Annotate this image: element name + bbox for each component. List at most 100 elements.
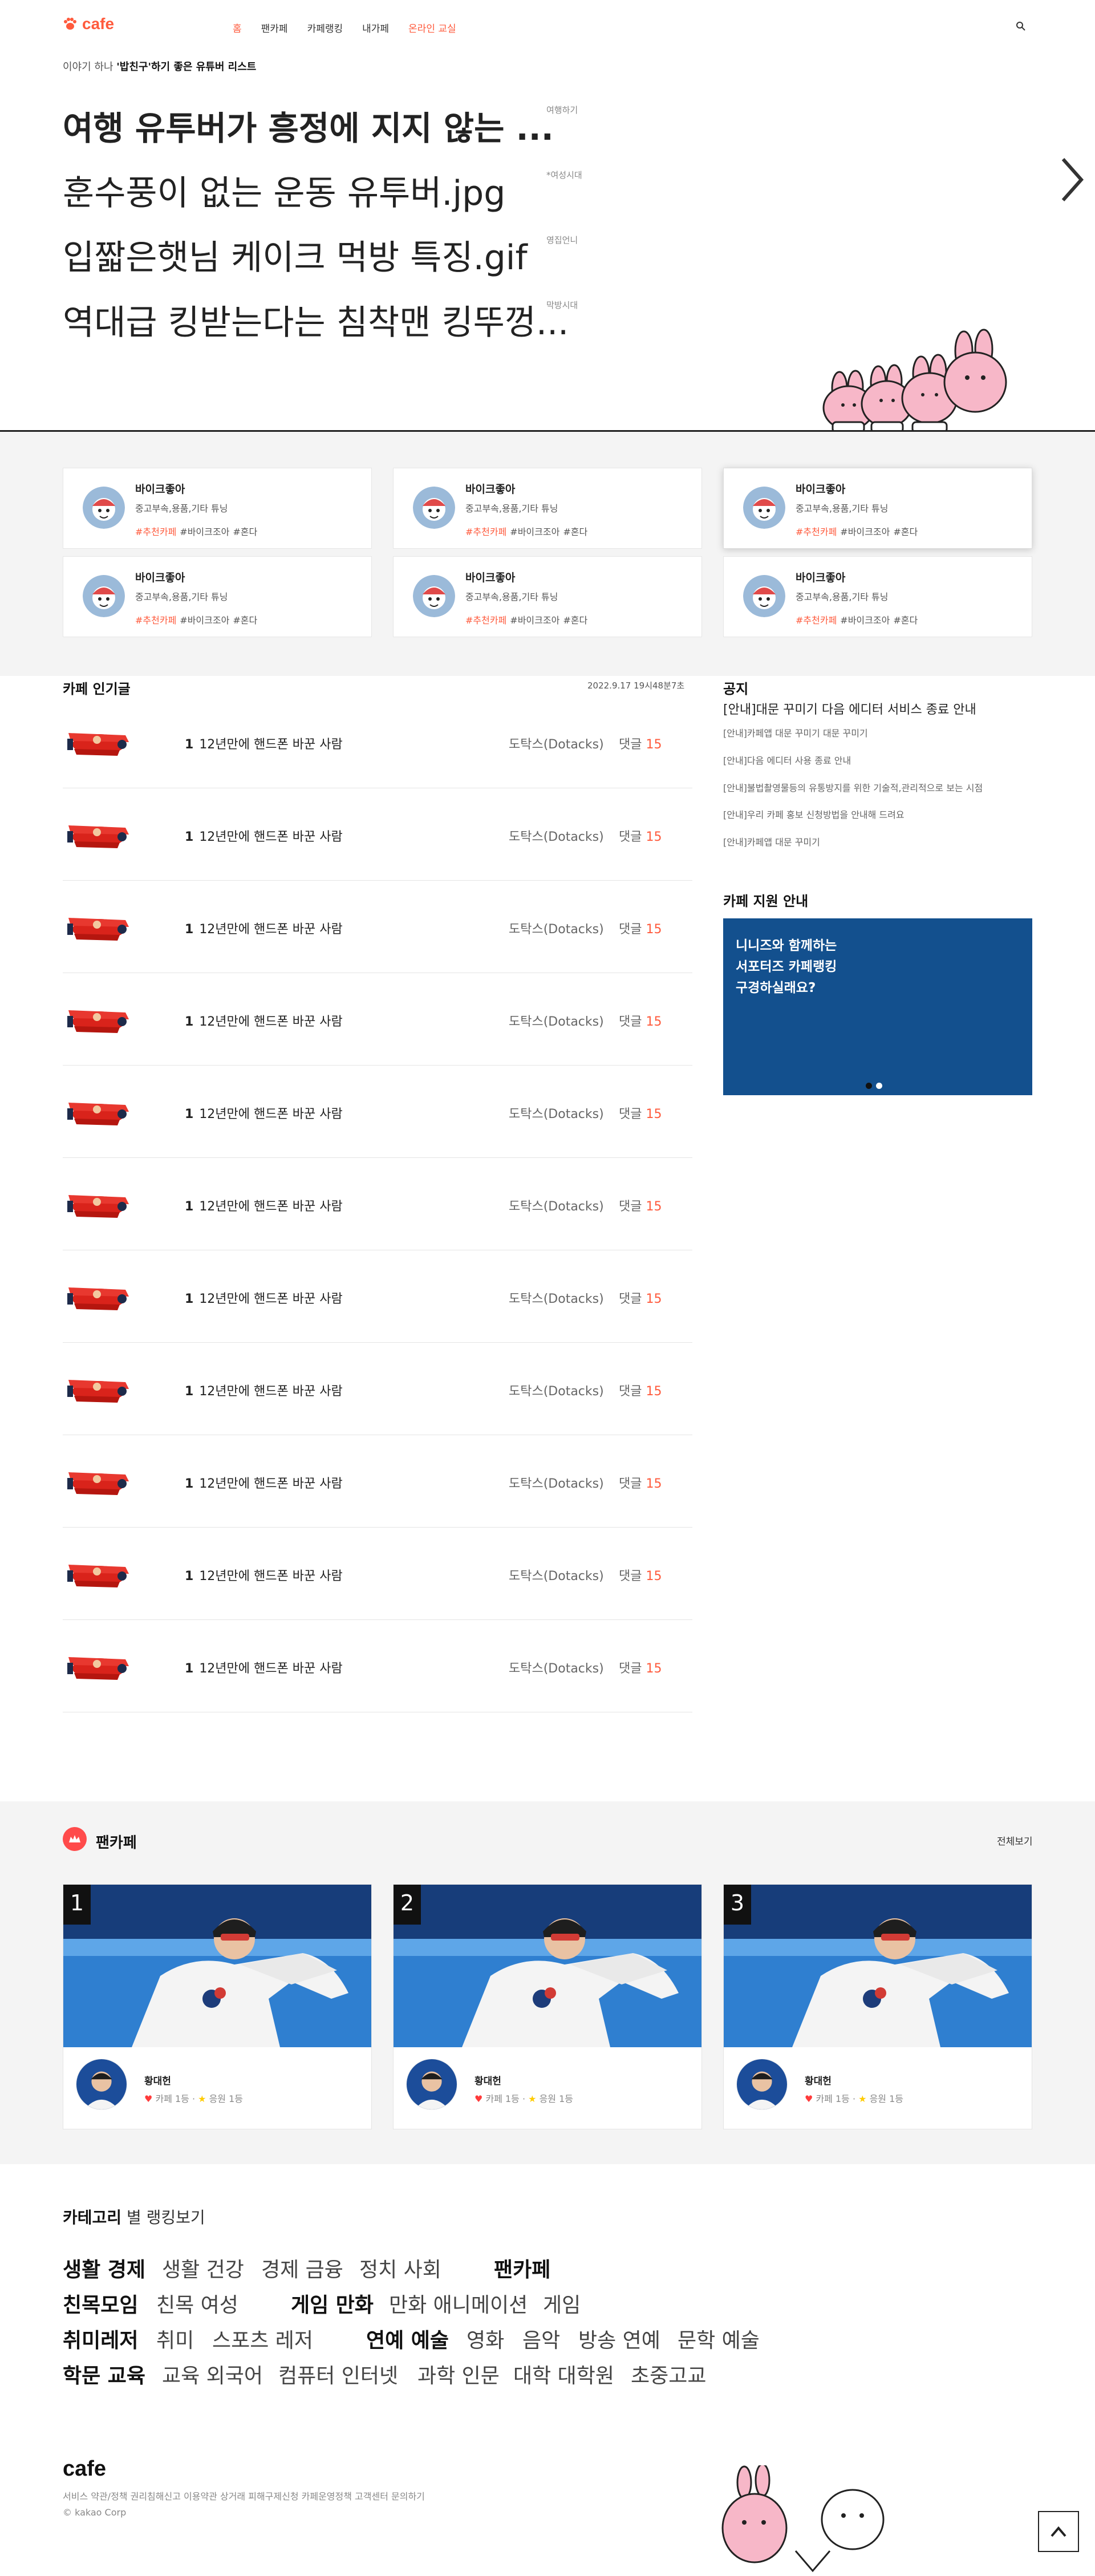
category-main[interactable]: 생활 경제 [63, 2253, 145, 2283]
cafe-card[interactable]: 바이크좋아 중고부속,용품,기타 튜닝 #추천카페 #바이크조아 #혼다 [63, 468, 372, 549]
post-thumbnail [63, 1363, 135, 1415]
category-sub[interactable]: 경제 금융 [261, 2253, 343, 2283]
cafe-card[interactable]: 바이크좋아 중고부속,용품,기타 튜닝 #추천카페 #바이크조아 #혼다 [393, 556, 702, 637]
chevron-right-icon[interactable] [1060, 157, 1085, 202]
hero-item-title[interactable]: 여행 유투버가 흥정에 지지 않는 ... [63, 112, 554, 145]
category-sub[interactable]: 취미 [156, 2324, 194, 2354]
popular-post-row[interactable]: 1 12년만에 핸드폰 바꾼 사람 도탁스(Dotacks) 댓글 15 [63, 1435, 692, 1528]
cafe-tags: #추천카페 #바이크조아 #혼다 [135, 615, 258, 626]
category-main[interactable]: 게임 만화 [291, 2289, 374, 2318]
category-main[interactable]: 학문 교육 [63, 2359, 145, 2389]
popular-post-row[interactable]: 1 12년만에 핸드폰 바꾼 사람 도탁스(Dotacks) 댓글 15 [63, 973, 692, 1066]
post-thumbnail [63, 1455, 135, 1508]
notice-item[interactable]: [안내]우리 카페 홍보 신청방법을 안내해 드려요 [723, 807, 905, 821]
hero-item-title[interactable]: 훈수풍이 없는 운동 유투버.jpg [63, 176, 505, 210]
post-author: 도탁스(Dotacks) [509, 1662, 604, 1676]
view-all-link[interactable]: 전체보기 [997, 1833, 1033, 1848]
notice-item[interactable]: [안내]불법촬영물등의 유통방지를 위한 기술적,관리적으로 보는 시점 [723, 780, 983, 794]
support-banner[interactable]: 니니즈와 함께하는 서포터즈 카페랭킹 구경하실래요? [723, 918, 1032, 1095]
fancafe-card[interactable]: 1 황대헌 ♥ 카페 1등 · ★ 응원 1등 [63, 1884, 372, 2129]
cafe-avatar [743, 487, 785, 529]
category-sub[interactable]: 생활 건강 [162, 2253, 244, 2283]
post-thumbnail [63, 716, 135, 768]
cafe-avatar [413, 487, 455, 529]
category-row: 학문 교육 교육 외국어 컴퓨터 인터넷 과학 인문 대학 대학원 초중고교 [63, 2359, 918, 2388]
category-sub[interactable]: 초중고교 [631, 2359, 706, 2389]
category-sub[interactable]: 컴퓨터 인터넷 [278, 2359, 398, 2389]
carousel-dot[interactable] [876, 1083, 882, 1089]
category-sub[interactable]: 교육 외국어 [162, 2359, 263, 2389]
fancafe-card[interactable]: 3 황대헌 ♥ 카페 1등 · ★ 응원 1등 [723, 1884, 1032, 2129]
popular-post-row[interactable]: 1 12년만에 핸드폰 바꾼 사람 도탁스(Dotacks) 댓글 15 [63, 1250, 692, 1343]
notice-item[interactable]: [안내]카페앱 대문 꾸미기 대문 꾸미기 [723, 726, 868, 739]
popular-post-row[interactable]: 1 12년만에 핸드폰 바꾼 사람 도탁스(Dotacks) 댓글 15 [63, 881, 692, 973]
nav-cafe-ranking[interactable]: 카페랭킹 [307, 21, 343, 35]
popular-post-row[interactable]: 1 12년만에 핸드폰 바꾼 사람 도탁스(Dotacks) 댓글 15 [63, 788, 692, 881]
category-main[interactable]: 취미레저 [63, 2324, 138, 2354]
post-comments: 댓글 15 [619, 1107, 662, 1121]
cafe-category: 중고부속,용품,기타 튜닝 [135, 503, 228, 514]
category-sub[interactable]: 만화 애니메이션 [389, 2289, 528, 2318]
rank-badge: 3 [724, 1885, 751, 1925]
category-main[interactable]: 연예 예술 [366, 2324, 449, 2354]
nav-my-cafe[interactable]: 내가페 [362, 21, 389, 35]
category-sub[interactable]: 영화 [467, 2324, 504, 2354]
popular-post-row[interactable]: 1 12년만에 핸드폰 바꾼 사람 도탁스(Dotacks) 댓글 15 [63, 1343, 692, 1435]
category-sub[interactable]: 방송 연예 [578, 2324, 660, 2354]
category-sub[interactable]: 정치 사회 [359, 2253, 441, 2283]
search-icon[interactable] [1014, 19, 1028, 33]
nav-home[interactable]: 홈 [233, 21, 242, 35]
category-sub[interactable]: 게임 [543, 2289, 581, 2318]
cafe-name: 바이크좋아 [796, 572, 846, 584]
category-sub[interactable]: 스포츠 레저 [212, 2324, 313, 2354]
cafe-card[interactable]: 바이크좋아 중고부속,용품,기타 튜닝 #추천카페 #바이크조아 #혼다 [723, 468, 1032, 549]
cafe-card[interactable]: 바이크좋아 중고부속,용품,기타 튜닝 #추천카페 #바이크조아 #혼다 [63, 556, 372, 637]
popular-post-row[interactable]: 1 12년만에 핸드폰 바꾼 사람 도탁스(Dotacks) 댓글 15 [63, 696, 692, 788]
post-comments: 댓글 15 [619, 1200, 662, 1214]
popular-post-row[interactable]: 1 12년만에 핸드폰 바꾼 사람 도탁스(Dotacks) 댓글 15 [63, 1528, 692, 1620]
post-rank: 1 [185, 1477, 194, 1491]
footer-links[interactable]: 서비스 약관/정책 권리침해신고 이용약관 상거래 피해구제신청 카페운영정책 … [63, 2489, 425, 2502]
cafe-card[interactable]: 바이크좋아 중고부속,용품,기타 튜닝 #추천카페 #바이크조아 #혼다 [393, 468, 702, 549]
fancafe-meta: ♥ 카페 1등 · ★ 응원 1등 [474, 2093, 574, 2104]
cafe-card[interactable]: 바이크좋아 중고부속,용품,기타 튜닝 #추천카페 #바이크조아 #혼다 [723, 556, 1032, 637]
global-nav: 홈 팬카페 카페랭킹 내가페 온라인 교실 [233, 21, 456, 35]
popular-post-row[interactable]: 1 12년만에 핸드폰 바꾼 사람 도탁스(Dotacks) 댓글 15 [63, 1620, 692, 1712]
category-sub[interactable]: 대학 대학원 [513, 2359, 614, 2389]
nav-online-class[interactable]: 온라인 교실 [408, 21, 456, 35]
category-main[interactable]: 팬카페 [494, 2253, 550, 2283]
cafe-logo[interactable]: cafe [63, 15, 114, 33]
fancafe-card[interactable]: 2 황대헌 ♥ 카페 1등 · ★ 응원 1등 [393, 1884, 702, 2129]
category-sub[interactable]: 친목 여성 [156, 2289, 238, 2318]
notice-item[interactable]: [안내]다음 에디터 사용 종료 안내 [723, 753, 851, 767]
category-sub[interactable]: 문학 예술 [678, 2324, 760, 2354]
cafe-avatar [83, 487, 125, 529]
fancafe-meta: ♥ 카페 1등 · ★ 응원 1등 [805, 2093, 904, 2104]
post-title: 1 12년만에 핸드폰 바꾼 사람 [185, 1292, 343, 1306]
post-comments: 댓글 15 [619, 830, 662, 844]
category-sub[interactable]: 과학 인문 [417, 2359, 500, 2389]
post-comments: 댓글 15 [619, 1292, 662, 1306]
hero-item-title[interactable]: 입짧은햇님 케이크 먹방 특징.gif [63, 241, 528, 275]
footer-logo[interactable]: cafe [63, 2457, 106, 2481]
support-title: 카페 지원 안내 [723, 893, 809, 909]
post-rank: 1 [185, 1107, 194, 1121]
cafe-category: 중고부속,용품,기타 튜닝 [465, 592, 558, 602]
cafe-tags: #추천카페 #바이크조아 #혼다 [465, 526, 588, 537]
scroll-top-button[interactable] [1038, 2511, 1079, 2552]
post-rank: 1 [185, 1384, 194, 1399]
notice-item[interactable]: [안내]카페앱 대문 꾸미기 [723, 835, 820, 848]
chevron-up-icon [1051, 2526, 1066, 2537]
post-title: 1 12년만에 핸드폰 바꾼 사람 [185, 830, 343, 844]
support-text: 니니즈와 함께하는 서포터즈 카페랭킹 구경하실래요? [736, 938, 837, 995]
popular-title: 카페 인기글 [63, 681, 131, 697]
popular-post-row[interactable]: 1 12년만에 핸드폰 바꾼 사람 도탁스(Dotacks) 댓글 15 [63, 1158, 692, 1250]
carousel-dot-active[interactable] [866, 1083, 872, 1089]
hero-item-title[interactable]: 역대급 킹받는다는 침착맨 킹뚜껑... [63, 306, 569, 340]
popular-post-row[interactable]: 1 12년만에 핸드폰 바꾼 사람 도탁스(Dotacks) 댓글 15 [63, 1066, 692, 1158]
category-sub[interactable]: 음악 [522, 2324, 560, 2354]
notice-headline[interactable]: [안내]대문 꾸미기 다음 에디터 서비스 종료 안내 [723, 699, 976, 718]
category-main[interactable]: 친목모임 [63, 2289, 138, 2318]
nav-fancafe[interactable]: 팬카페 [261, 21, 288, 35]
cafe-avatar [83, 575, 125, 617]
